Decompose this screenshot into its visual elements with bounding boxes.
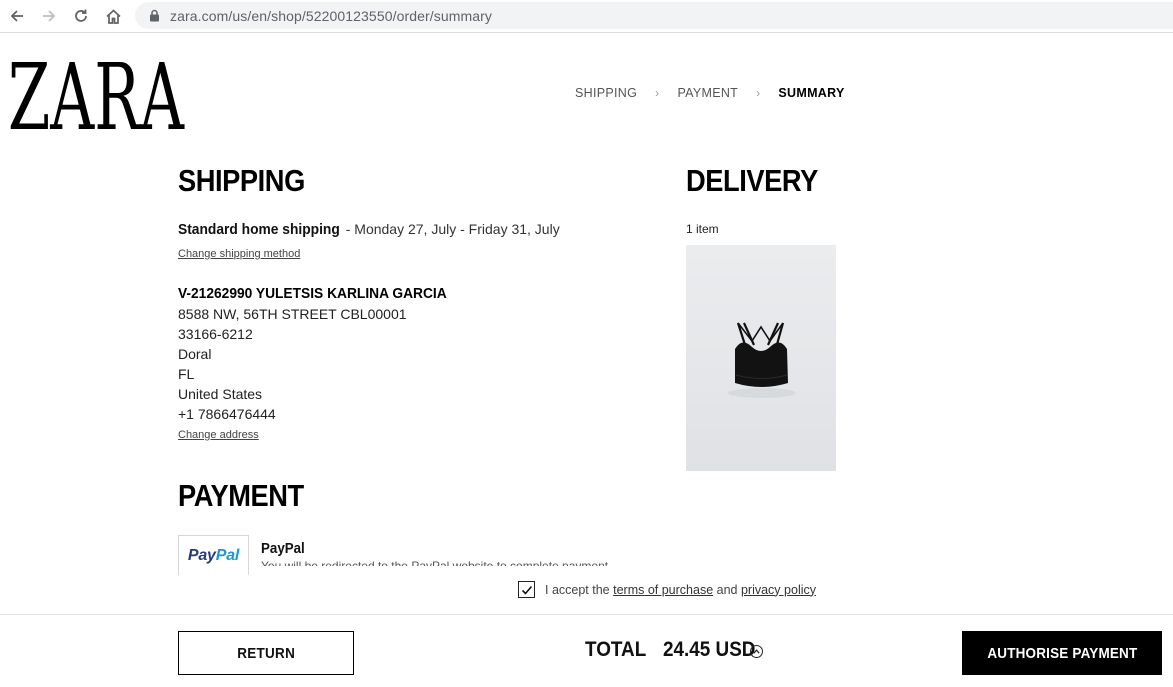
address-state: FL (178, 366, 195, 382)
shipping-dates: - Monday 27, July - Friday 31, July (341, 221, 560, 237)
total-value: 24.45 USD (663, 638, 756, 661)
lock-icon[interactable] (147, 9, 161, 23)
address-city: Doral (178, 346, 212, 362)
address-bar[interactable]: zara.com/us/en/shop/52200123550/order/su… (135, 2, 1173, 29)
reload-icon[interactable] (68, 4, 94, 28)
browser-toolbar: zara.com/us/en/shop/52200123550/order/su… (0, 0, 1173, 33)
payment-method-title: PayPal (261, 541, 305, 557)
payment-method-desc-clip: You will be redirected to the PayPal web… (261, 556, 641, 566)
forward-arrow-icon[interactable] (36, 4, 62, 28)
url-text: zara.com/us/en/shop/52200123550/order/su… (170, 7, 493, 24)
payment-heading: PAYMENT (178, 478, 304, 513)
address-zip: 33166-6212 (178, 326, 253, 342)
change-shipping-method-link[interactable]: Change shipping method (178, 248, 300, 260)
privacy-policy-link[interactable]: privacy policy (741, 583, 816, 597)
svg-text:ZARA: ZARA (10, 54, 185, 134)
chevron-right-icon: › (756, 86, 761, 100)
terms-acceptance: I accept the terms of purchase and priva… (518, 581, 816, 598)
terms-of-purchase-link[interactable]: terms of purchase (613, 583, 713, 597)
authorise-payment-button[interactable]: AUTHORISE PAYMENT (962, 631, 1162, 675)
change-address-link[interactable]: Change address (178, 429, 259, 441)
terms-prefix: I accept the (545, 582, 614, 597)
product-image[interactable] (686, 245, 836, 471)
shipping-method-name: Standard home shipping (178, 221, 340, 238)
chevron-right-icon: › (655, 86, 660, 100)
shipping-address: V-21262990 YULETSIS KARLINA GARCIA 8588 … (178, 283, 461, 424)
paypal-logo-pay: Pay (187, 546, 216, 564)
shipping-method: Standard home shipping - Monday 27, July… (178, 221, 560, 238)
recipient-name: V-21262990 YULETSIS KARLINA GARCIA (178, 286, 447, 302)
shipping-heading: SHIPPING (178, 163, 305, 198)
step-shipping[interactable]: SHIPPING (575, 86, 637, 100)
address-street: 8588 NW, 56TH STREET CBL00001 (178, 306, 407, 322)
item-count: 1 item (686, 222, 719, 236)
terms-checkbox[interactable] (518, 581, 535, 598)
terms-middle: and (713, 582, 741, 597)
address-country: United States (178, 386, 263, 402)
total-label: TOTAL (585, 638, 647, 661)
zara-logo[interactable]: ZARA (10, 54, 185, 134)
paypal-logo: PayPal (178, 535, 249, 575)
black-bralette-image (728, 322, 796, 398)
chevron-up-icon[interactable] (750, 645, 763, 658)
home-icon[interactable] (100, 4, 126, 28)
return-button-label: RETURN (237, 644, 295, 662)
checkout-steps: SHIPPING › PAYMENT › SUMMARY (575, 86, 845, 100)
authorise-payment-label: AUTHORISE PAYMENT (986, 644, 1138, 662)
checkmark-icon (521, 585, 532, 595)
address-phone: +1 7866476444 (178, 406, 276, 422)
step-summary: SUMMARY (778, 86, 845, 100)
paypal-logo-pal: Pal (215, 546, 240, 564)
delivery-heading: DELIVERY (686, 163, 818, 198)
order-total: TOTAL 24.45 USD (585, 638, 766, 662)
return-button[interactable]: RETURN (178, 631, 354, 675)
back-arrow-icon[interactable] (4, 4, 30, 28)
payment-method-desc: You will be redirected to the PayPal web… (261, 559, 609, 566)
step-payment[interactable]: PAYMENT (677, 86, 738, 100)
